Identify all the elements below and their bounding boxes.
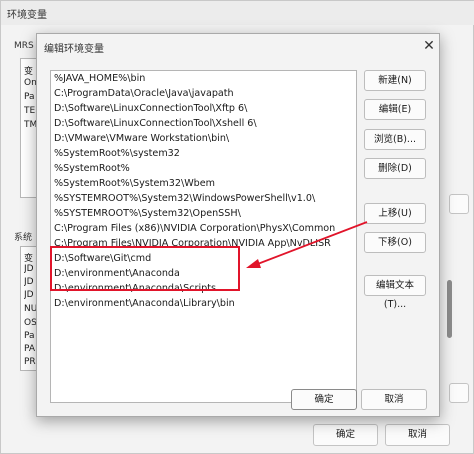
browse-button[interactable]: 浏览(B)... [364,129,426,150]
path-entry[interactable]: D:\Software\LinuxConnectionTool\Xftp 6\ [54,102,247,116]
path-entry[interactable]: %JAVA_HOME%\bin [54,72,145,86]
system-variables-label: 系统 [14,233,33,243]
parent-window-title: 环境变量 [7,10,47,21]
highlight-box [50,246,240,291]
dialog-ok-button[interactable]: 确定 [291,389,357,410]
path-entry[interactable]: %SYSTEMROOT%\System32\OpenSSH\ [54,207,241,221]
path-entry-anaconda-library-bin[interactable]: D:\environment\Anaconda\Library\bin [54,297,235,311]
parent-ok-button[interactable]: 确定 [313,424,378,446]
parent-titlebar: 环境变量 [1,1,474,25]
path-entry[interactable]: D:\VMware\VMware Workstation\bin\ [54,132,229,146]
user-variables-label: MRS [14,41,34,51]
path-entry[interactable]: %SYSTEMROOT%\System32\WindowsPowerShell\… [54,192,315,206]
path-entry[interactable]: D:\Software\LinuxConnectionTool\Xshell 6… [54,117,257,131]
move-down-button[interactable]: 下移(O) [364,232,426,253]
edit-button[interactable]: 编辑(E) [364,99,426,120]
dialog-cancel-button[interactable]: 取消 [361,389,427,410]
path-entry[interactable]: C:\ProgramData\Oracle\Java\javapath [54,87,234,101]
parent-cancel-button[interactable]: 取消 [385,424,450,446]
edit-environment-variable-dialog: 编辑环境变量 ✕ %JAVA_HOME%\bin C:\ProgramData\… [36,33,440,417]
path-entry[interactable]: %SystemRoot%\system32 [54,147,180,161]
delete-button[interactable]: 删除(D) [364,158,426,179]
path-entry[interactable]: %SystemRoot% [54,162,130,176]
path-entry[interactable]: %SystemRoot%\System32\Wbem [54,177,215,191]
dialog-title: 编辑环境变量 [44,44,104,55]
parent-system-button[interactable] [449,383,469,403]
edit-text-button[interactable]: 编辑文本(T)... [364,275,426,310]
new-button[interactable]: 新建(N) [364,70,426,91]
close-icon[interactable]: ✕ [418,35,440,57]
move-up-button[interactable]: 上移(U) [364,203,426,224]
parent-user-button[interactable] [449,194,469,214]
path-entries-list[interactable]: %JAVA_HOME%\bin C:\ProgramData\Oracle\Ja… [50,70,357,403]
path-entry[interactable]: C:\Program Files (x86)\NVIDIA Corporatio… [54,222,335,236]
parent-scrollbar[interactable] [447,280,452,338]
